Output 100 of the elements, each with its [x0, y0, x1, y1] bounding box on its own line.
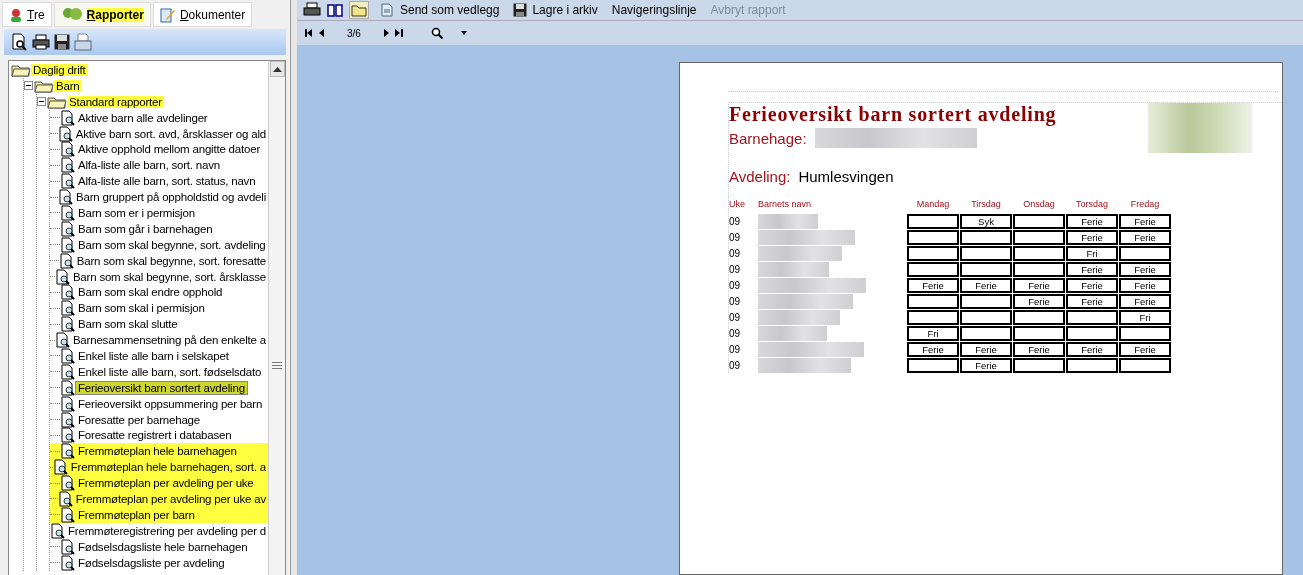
arrow-up-icon — [272, 66, 282, 72]
column-header: Torsdag — [1075, 199, 1109, 211]
tree-item[interactable]: Foresatte per barnehage — [76, 413, 202, 426]
day-cell: Syk — [960, 214, 1012, 229]
tree-item[interactable]: Ferieoversikt oppsummering per barn — [76, 397, 265, 410]
document-icon — [379, 2, 395, 18]
tree-item[interactable]: Barn som går i barnehagen — [76, 222, 215, 235]
week-cell-text: 09 — [729, 232, 742, 243]
column-header: Barnets navn — [758, 199, 813, 211]
tree-item[interactable]: Fremmøteregistrering per avdeling per d — [66, 524, 268, 537]
tree-item[interactable]: Foresatte registrert i databasen — [76, 429, 234, 442]
tree-item[interactable]: Barn som skal begynne, sort. avdeling — [76, 238, 268, 251]
tree-item[interactable]: Fremmøteplan hele barnehagen — [76, 445, 239, 458]
day-cell: Ferie — [1119, 262, 1171, 277]
day-cell — [907, 230, 959, 245]
tree-item[interactable]: Aktive opphold mellom angitte datoer — [76, 143, 263, 156]
day-cell — [907, 246, 959, 261]
week-cell-text: 09 — [729, 312, 742, 323]
tree-item[interactable]: Standard rapporter — [67, 95, 164, 108]
collapse-toggle[interactable] — [37, 97, 46, 107]
report-magnifier-icon — [60, 109, 76, 126]
tree-item[interactable]: Fremmøteplan per avdeling per uke — [76, 477, 256, 490]
day-cell — [1013, 246, 1065, 261]
first-page-icon[interactable] — [305, 29, 313, 37]
tree-item[interactable]: Fremmøteplan per barn — [76, 508, 197, 521]
tree-item[interactable]: Enkel liste alle barn, sort. fødselsdato — [76, 365, 264, 378]
report-magnifier-icon — [52, 459, 69, 476]
day-cell: Ferie — [1013, 294, 1065, 309]
column-header: Tirsdag — [970, 199, 1002, 211]
day-cell: Ferie — [1119, 342, 1171, 357]
page-indicator: 3/6 — [347, 27, 361, 39]
day-cell — [907, 310, 959, 325]
report-title: Ferieoversikt barn sortert avdeling — [729, 103, 1058, 126]
day-cell: Ferie — [960, 342, 1012, 357]
report-magnifier-icon — [60, 220, 76, 237]
printer-icon[interactable] — [303, 2, 321, 18]
tree-item[interactable]: Ferieoversikt barn sortert avdeling — [76, 381, 247, 394]
day-cell — [1013, 358, 1065, 373]
next-page-icon[interactable] — [382, 29, 389, 37]
zoom-icon[interactable] — [430, 27, 443, 39]
week-cell-text: 09 — [729, 280, 742, 291]
print-preview-icon[interactable] — [10, 33, 28, 51]
tree-item[interactable]: Aktive barn alle avdelinger — [76, 111, 210, 124]
tree-item[interactable]: Enkel liste alle barn i selskapet — [76, 349, 231, 362]
day-cell: Ferie — [1066, 278, 1118, 293]
report-magnifier-icon — [60, 427, 76, 444]
folder-icon[interactable] — [349, 1, 369, 19]
tree-item[interactable]: Fødselsdagsliste hele barnehagen — [76, 540, 250, 553]
day-cell — [907, 358, 959, 373]
tree-item[interactable]: Daglig drift — [31, 63, 88, 76]
person-icon — [9, 7, 23, 22]
tab[interactable]: Dokumenter — [152, 2, 253, 27]
tree-item[interactable]: Barn gruppert på oppholdstid og avdeli — [74, 191, 268, 204]
folder-icon — [47, 94, 67, 109]
previous-page-icon[interactable] — [319, 29, 325, 37]
day-cell: Ferie — [1119, 214, 1171, 229]
tree-item[interactable]: Barn som skal begynne, sort. årsklasse — [70, 270, 268, 283]
tree-item[interactable]: Fremmøteplan per avdeling per uke av — [73, 493, 268, 505]
tree-item[interactable]: Barnesammensetning på den enkelte a — [70, 334, 268, 347]
report-magnifier-icon — [54, 332, 71, 349]
fax-icon[interactable] — [74, 33, 92, 51]
tree-item[interactable]: Barn som er i permisjon — [76, 206, 197, 219]
scroll-up-button[interactable] — [269, 61, 285, 77]
toolbar-button[interactable]: Navigeringslinje — [607, 3, 701, 17]
day-cell: Fri — [1119, 310, 1171, 325]
day-cell: Ferie — [1119, 278, 1171, 293]
day-cell: Ferie — [960, 358, 1012, 373]
day-cell — [960, 246, 1012, 261]
toolbar-button[interactable]: Send som vedlegg — [375, 2, 504, 18]
report-magnifier-icon — [60, 141, 76, 158]
scroll-grip-icon[interactable] — [272, 362, 282, 369]
toolbar-button[interactable]: Lagre i arkiv — [509, 3, 602, 17]
tree-item[interactable]: Fødselsdagsliste per avdeling — [76, 556, 227, 569]
day-cell: Ferie — [907, 278, 959, 293]
tree-item[interactable]: Barn som skal i permisjon — [76, 302, 207, 315]
tab[interactable]: Tre — [2, 2, 52, 27]
week-cell-text: 09 — [729, 216, 742, 227]
day-cell — [1013, 310, 1065, 325]
tree-item[interactable]: Barn som skal begynne, sort. foresatte — [74, 254, 268, 267]
last-page-icon[interactable] — [394, 29, 403, 37]
tree-item[interactable]: Barn som skal endre opphold — [76, 286, 225, 299]
book-icon[interactable] — [327, 3, 343, 17]
tree-item[interactable]: Aktive barn sort. avd, årsklasser og ald — [73, 127, 268, 140]
tree-item[interactable]: Alfa-liste alle barn, sort. status, navn — [76, 175, 258, 188]
report-magnifier-icon — [58, 189, 75, 206]
dropdown-caret-icon[interactable] — [460, 31, 467, 35]
printer-icon[interactable] — [32, 34, 50, 50]
report-magnifier-icon — [60, 411, 76, 428]
day-cell — [1119, 246, 1171, 261]
tree-item[interactable]: Alfa-liste alle barn, sort. navn — [76, 159, 222, 172]
tree-item[interactable]: Barn — [54, 79, 82, 92]
tree-item[interactable]: Fremmøteplan hele barnehagen, sort. a — [68, 461, 268, 474]
people-icon — [60, 6, 83, 23]
day-cell: Ferie — [907, 342, 959, 357]
tree-item[interactable]: Barn som skal slutte — [76, 318, 180, 331]
collapse-toggle[interactable] — [24, 81, 33, 91]
day-cell: Ferie — [1066, 342, 1118, 357]
day-cell — [907, 294, 959, 309]
day-cell — [960, 294, 1012, 309]
folder-icon — [34, 78, 54, 93]
